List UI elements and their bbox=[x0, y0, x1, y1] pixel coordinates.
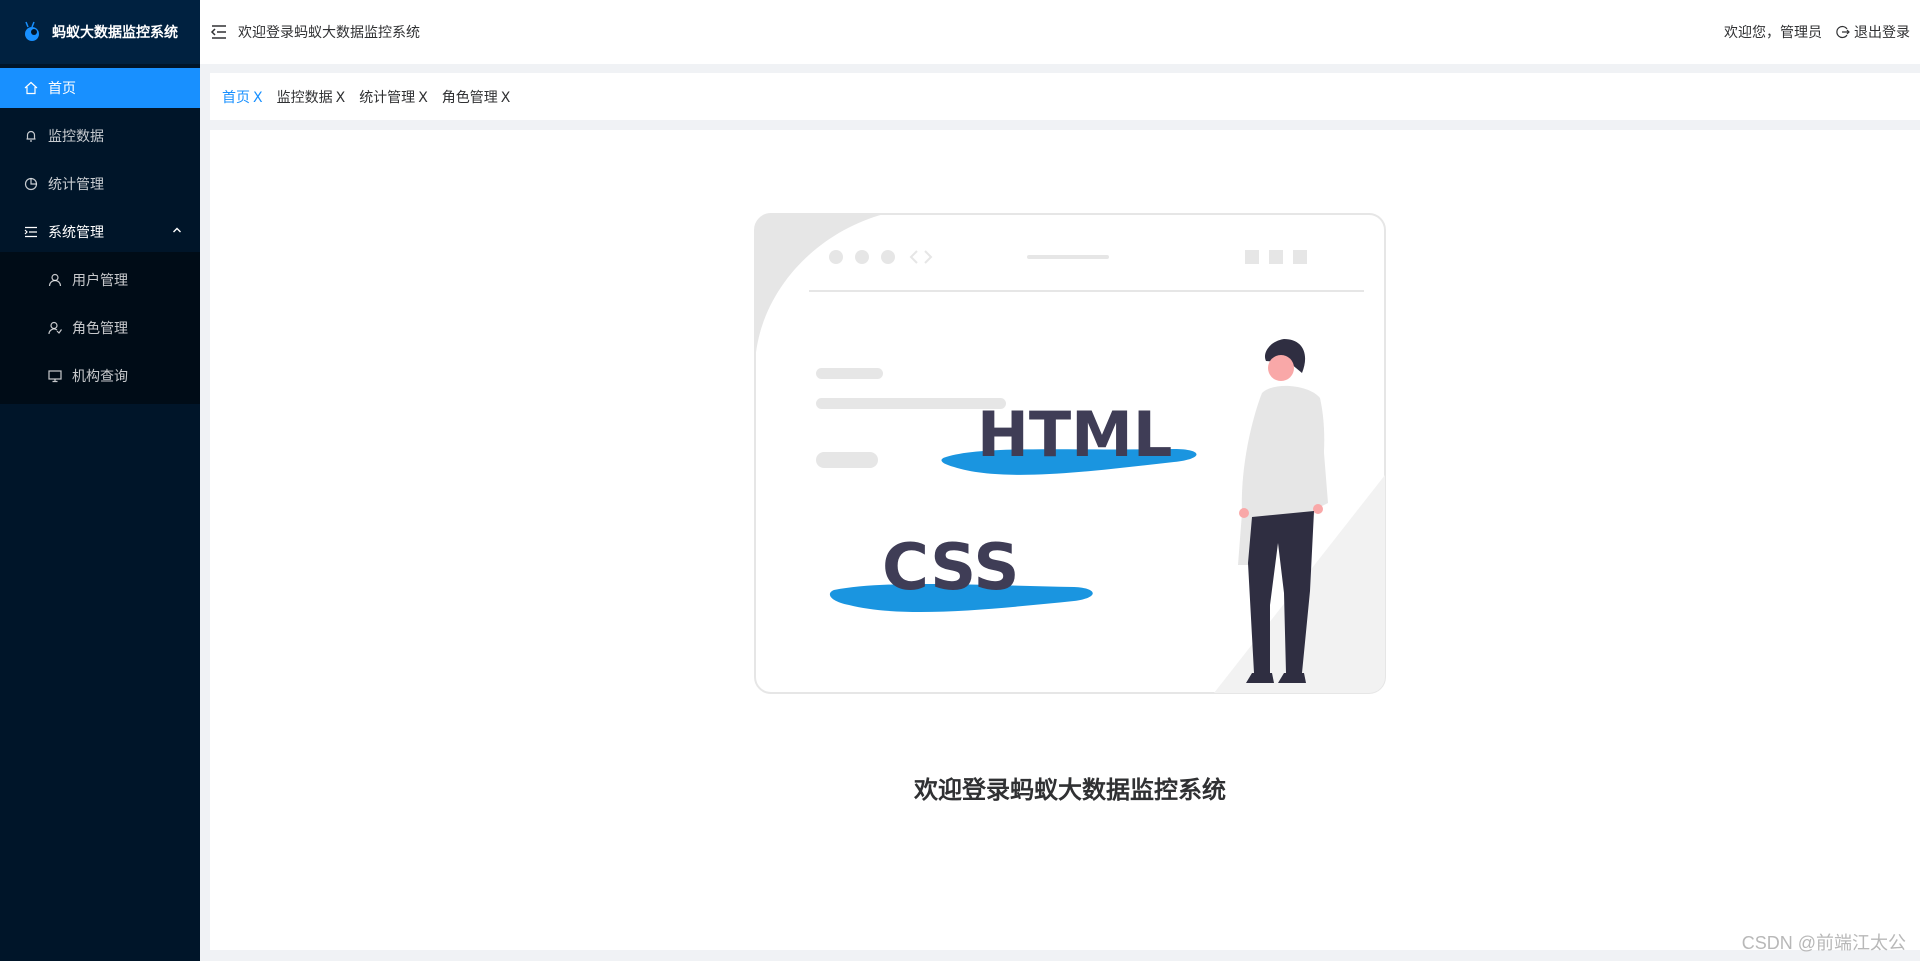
logout-label: 退出登录 bbox=[1854, 25, 1910, 41]
tab-statistics[interactable]: 统计管理 X bbox=[359, 87, 428, 107]
monitor-icon bbox=[48, 370, 62, 383]
menu-fold-icon[interactable] bbox=[210, 24, 228, 40]
welcome-heading: 欢迎登录蚂蚁大数据监控系统 bbox=[914, 776, 1226, 804]
csdn-watermark: CSDN @前端江太公 bbox=[1741, 933, 1906, 953]
sidebar-item-label: 统计管理 bbox=[48, 177, 104, 193]
tab-home[interactable]: 首页 X bbox=[222, 87, 263, 107]
header-user-area: 欢迎您，管理员 退出登录 bbox=[1724, 0, 1910, 64]
tab-label: 首页 bbox=[222, 89, 250, 106]
sidebar-item-monitor-data[interactable]: 监控数据 bbox=[0, 116, 200, 156]
illustration-css-text: CSS bbox=[882, 531, 1019, 605]
ant-logo-icon bbox=[25, 21, 39, 41]
tab-monitor-data[interactable]: 监控数据 X bbox=[277, 87, 346, 107]
sidebar-item-statistics[interactable]: 统计管理 bbox=[0, 164, 200, 204]
header-title: 欢迎登录蚂蚁大数据监控系统 bbox=[238, 25, 420, 41]
user-greeting: 欢迎您，管理员 bbox=[1724, 25, 1822, 41]
page-tabs: 首页 X 监控数据 X 统计管理 X 角色管理 X bbox=[210, 73, 1920, 120]
sidebar-item-label: 机构查询 bbox=[72, 369, 128, 385]
app-title: 蚂蚁大数据监控系统 bbox=[52, 25, 178, 41]
top-header: 欢迎登录蚂蚁大数据监控系统 欢迎您，管理员 退出登录 bbox=[200, 0, 1920, 64]
pie-chart-icon bbox=[24, 177, 38, 191]
sidebar-item-role-management[interactable]: 角色管理 bbox=[0, 304, 200, 352]
sidebar-item-system[interactable]: 系统管理 bbox=[0, 212, 200, 252]
user-icon bbox=[48, 273, 62, 287]
tab-label: 统计管理 bbox=[359, 89, 416, 106]
sidebar-item-org-query[interactable]: 机构查询 bbox=[0, 352, 200, 400]
main-content: HTML CSS 欢迎登录蚂蚁大数据监控系统 bbox=[210, 130, 1920, 950]
sidebar-menu: 首页 监控数据 统计管理 系统管理 用户管理 角色管理 机构查询 bbox=[0, 68, 200, 404]
sidebar-item-label: 用户管理 bbox=[72, 273, 128, 289]
role-icon bbox=[48, 321, 62, 335]
sidebar-item-user-management[interactable]: 用户管理 bbox=[0, 256, 200, 304]
logout-icon bbox=[1836, 25, 1850, 39]
bell-icon bbox=[26, 130, 36, 142]
tab-label: 监控数据 bbox=[276, 89, 333, 106]
chevron-up-icon bbox=[173, 227, 181, 233]
sidebar-item-label: 角色管理 bbox=[72, 321, 128, 337]
system-submenu: 用户管理 角色管理 机构查询 bbox=[0, 252, 200, 404]
logout-button[interactable]: 退出登录 bbox=[1836, 22, 1910, 42]
sidebar-item-home[interactable]: 首页 bbox=[0, 68, 200, 108]
tab-close-icon[interactable]: X bbox=[253, 90, 263, 106]
sidebar: 蚂蚁大数据监控系统 首页 监控数据 统计管理 系统管理 用户管理 角色管理 机构… bbox=[0, 0, 200, 961]
tab-label: 角色管理 bbox=[441, 89, 498, 106]
tab-close-icon[interactable]: X bbox=[418, 90, 428, 106]
home-icon bbox=[24, 81, 38, 95]
tab-close-icon[interactable]: X bbox=[336, 90, 346, 106]
sidebar-item-label: 监控数据 bbox=[48, 129, 104, 145]
sidebar-item-label: 首页 bbox=[48, 81, 76, 97]
sidebar-item-label: 系统管理 bbox=[48, 225, 104, 241]
illustration-html-text: HTML bbox=[977, 398, 1172, 471]
menu-list-icon bbox=[24, 226, 37, 238]
welcome-illustration: HTML CSS bbox=[754, 213, 1386, 694]
tab-role-management[interactable]: 角色管理 X bbox=[442, 87, 511, 107]
logo[interactable]: 蚂蚁大数据监控系统 bbox=[0, 0, 200, 64]
tab-close-icon[interactable]: X bbox=[501, 90, 511, 106]
